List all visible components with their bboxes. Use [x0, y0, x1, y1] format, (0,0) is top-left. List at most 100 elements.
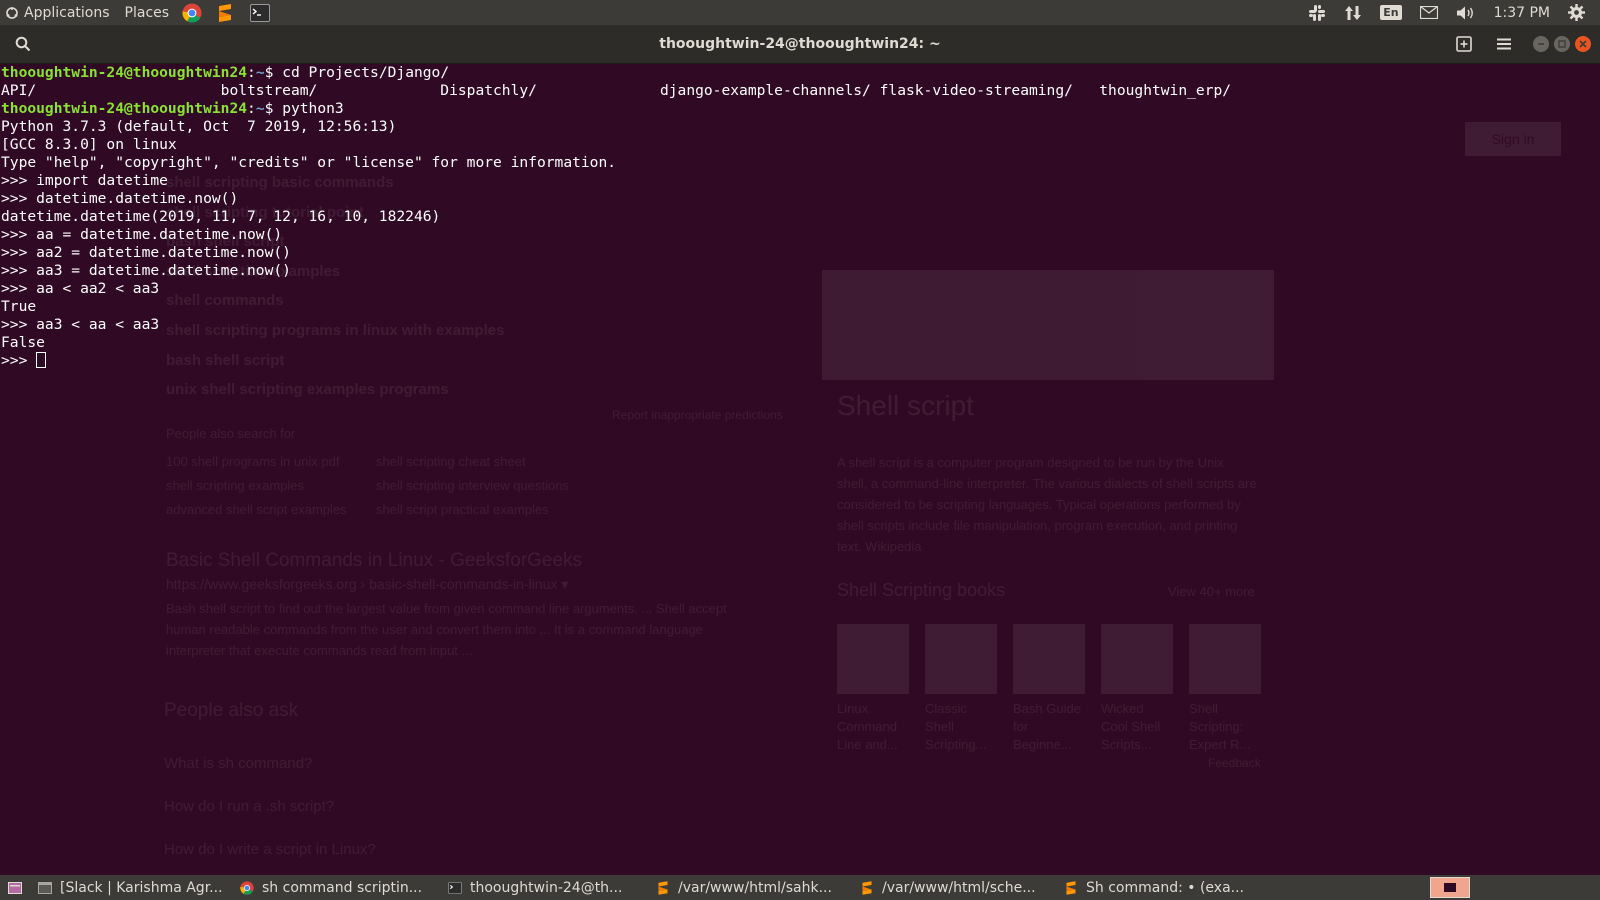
places-menu[interactable]: Places	[115, 0, 175, 25]
ghost-feedback: Feedback	[1208, 756, 1261, 770]
text-cursor	[36, 352, 47, 368]
keyboard-language-indicator[interactable]: En	[1371, 0, 1410, 25]
book-title: Wicked Cool Shell Scripts...	[1101, 701, 1161, 752]
terminal-line: Python 3.7.3 (default, Oct 7 2019, 12:56…	[1, 118, 397, 135]
prompt-path: ~	[255, 64, 265, 81]
question-item: What is sh command?	[164, 755, 313, 772]
maximize-icon	[1558, 40, 1566, 48]
workspace-switcher[interactable]	[1430, 877, 1470, 898]
book-cover	[1013, 624, 1085, 694]
prompt-separator: :	[247, 100, 256, 117]
related-item: advanced shell script examples	[166, 502, 347, 517]
prompt-command: cd Projects/Django/	[282, 64, 450, 81]
search-icon	[15, 36, 31, 52]
network-indicator[interactable]	[1335, 0, 1371, 25]
book-cover	[837, 624, 909, 694]
slack-icon	[1308, 4, 1326, 22]
terminal-launcher[interactable]	[238, 0, 275, 25]
volume-indicator[interactable]	[1447, 0, 1485, 25]
suggestion: unix shell scripting examples programs	[166, 381, 449, 399]
minimize-icon	[1537, 40, 1545, 48]
terminal-icon	[250, 3, 271, 22]
close-button[interactable]	[1575, 36, 1591, 52]
new-tab-icon	[1456, 36, 1472, 52]
ghost-books-title: Shell Scripting books	[837, 580, 1006, 600]
taskbar-item-label: thooughtwin-24@th...	[470, 879, 623, 896]
related-item: shell scripting examples	[166, 478, 305, 493]
show-desktop-icon	[8, 881, 22, 895]
terminal-line: >>> aa2 = datetime.datetime.now()	[1, 244, 291, 261]
places-label: Places	[124, 4, 170, 21]
chrome-icon	[182, 3, 202, 23]
taskbar-item[interactable]: /var/www/html/sahk...	[648, 875, 852, 900]
book-item: Classic Shell Scripting...	[925, 624, 997, 754]
ghost-kp-desc: A shell script is a computer program des…	[837, 455, 1257, 554]
taskbar-item[interactable]: Sh command: • (exa...	[1056, 875, 1260, 900]
terminal-search-button[interactable]	[10, 32, 36, 56]
terminal-line: >>> aa3 < aa < aa3	[1, 316, 160, 333]
book-title: Bash Guide for Beginne...	[1013, 701, 1081, 752]
ghost-books: Linux Command Line and... Classic Shell …	[837, 624, 1261, 754]
terminal-line: thooughtwin-24@thooughtwin24:~$ python3	[1, 100, 344, 117]
ghost-report-link: Report inappropriate predictions	[612, 408, 783, 422]
prompt-separator: :	[247, 64, 256, 81]
hamburger-menu-icon	[1497, 38, 1511, 50]
terminal-title-bar[interactable]: thooughtwin-24@thooughtwin24: ~	[0, 25, 1600, 64]
taskbar-item[interactable]: sh command scriptin...	[232, 875, 440, 900]
workspace-active-icon	[1444, 883, 1456, 892]
book-title: Classic Shell Scripting...	[925, 701, 987, 752]
book-cover	[1189, 624, 1261, 694]
ghost-kp-title: Shell script	[837, 390, 974, 421]
prompt-path: ~	[255, 100, 265, 117]
close-icon	[1579, 40, 1587, 48]
terminal-line: API/ boltstream/ Dispatchly/ django-exam…	[1, 82, 1232, 99]
window-title: thooughtwin-24@thooughtwin24: ~	[659, 36, 941, 52]
hamburger-menu-button[interactable]	[1491, 32, 1517, 56]
mail-icon	[1419, 6, 1438, 19]
ghost-people-also-search: People also search for	[166, 426, 296, 441]
taskbar-item[interactable]: [Slack | Karishma Agr...	[30, 875, 232, 900]
applications-label: Applications	[24, 4, 110, 21]
python-prompt: >>>	[1, 352, 37, 369]
terminal-input-line[interactable]: >>>	[1, 352, 47, 369]
ghost-books-view-more: View 40+ more	[1168, 584, 1255, 599]
prompt-command: python3	[282, 100, 344, 117]
chrome-icon	[240, 880, 254, 895]
minimize-button[interactable]	[1533, 36, 1549, 52]
terminal-icon	[448, 881, 462, 895]
taskbar-item[interactable]: thooughtwin-24@th...	[440, 875, 648, 900]
slack-indicator[interactable]	[1299, 0, 1335, 25]
terminal-line: datetime.datetime(2019, 11, 7, 12, 16, 1…	[1, 208, 441, 225]
new-tab-button[interactable]	[1451, 32, 1477, 56]
network-icon	[1344, 4, 1362, 22]
taskbar-item[interactable]: /var/www/html/sche...	[852, 875, 1056, 900]
sublime-launcher[interactable]	[207, 0, 238, 25]
chrome-launcher[interactable]	[174, 0, 207, 25]
terminal-line: False	[1, 334, 45, 351]
prompt-user: thooughtwin-24@thooughtwin24	[1, 100, 248, 117]
ghost-result-title: Basic Shell Commands in Linux - Geeksfor…	[166, 550, 583, 571]
sublime-text-icon	[860, 880, 874, 895]
clock[interactable]: 1:37 PM	[1485, 0, 1559, 25]
taskbar-item-label: /var/www/html/sahk...	[678, 879, 832, 896]
sublime-text-icon	[217, 3, 233, 22]
maximize-button[interactable]	[1554, 36, 1570, 52]
related-item: 100 shell programs in unix pdf	[166, 454, 340, 469]
clock-label: 1:37 PM	[1493, 4, 1550, 21]
system-settings-indicator[interactable]	[1559, 0, 1594, 25]
mail-indicator[interactable]	[1411, 0, 1447, 25]
keyboard-language-icon: En	[1380, 5, 1402, 20]
related-item: shell scripting cheat sheet	[376, 454, 526, 469]
show-desktop-button[interactable]	[0, 875, 30, 900]
terminal-output[interactable]: thooughtwin-24@thooughtwin24:~$ cd Proje…	[1, 64, 1231, 370]
applications-menu[interactable]: Applications	[0, 0, 115, 25]
ubuntu-logo-icon	[6, 6, 18, 19]
ghost-result-url: https://www.geeksforgeeks.org › basic-sh…	[166, 576, 569, 592]
book-title: Shell Scripting: Expert R...	[1189, 701, 1251, 752]
taskbar-item-label: [Slack | Karishma Agr...	[60, 879, 223, 896]
book-cover	[1101, 624, 1173, 694]
ghost-sign-in: Sign in	[1465, 122, 1561, 156]
book-title: Linux Command Line and...	[837, 701, 898, 752]
terminal-viewport[interactable]: shell scripting basic commands shell scr…	[0, 64, 1600, 875]
taskbar-item-label: /var/www/html/sche...	[882, 879, 1036, 896]
